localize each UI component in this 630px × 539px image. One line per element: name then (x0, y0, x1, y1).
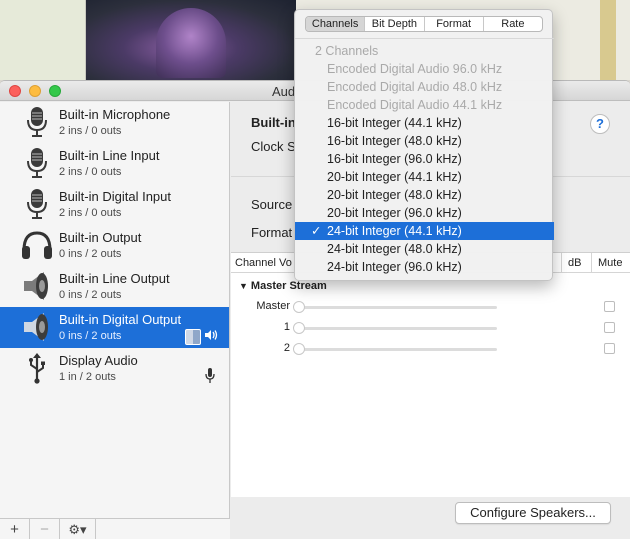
master-stream-group[interactable]: ▼ Master Stream (239, 280, 327, 292)
table-row: 1 (231, 318, 630, 338)
device-name: Built-in Microphone (59, 107, 171, 122)
desktop-background-left (0, 0, 86, 80)
device-item-built-in-digital-output[interactable]: Built-in Digital Output 0 ins / 2 outs (0, 307, 229, 348)
format-label: Format (251, 225, 293, 240)
microphone-icon (20, 146, 54, 180)
menu-section-header: 2 Channels (315, 44, 379, 58)
channel-label: 1 (283, 321, 290, 333)
default-input-microphone-icon (205, 368, 215, 387)
menu-item: Encoded Digital Audio 44.1 kHz (327, 98, 503, 112)
tab-channels[interactable]: Channels (306, 17, 366, 31)
device-name: Built-in Output (59, 230, 142, 245)
tab-rate[interactable]: Rate (484, 17, 542, 31)
mute-checkbox[interactable] (604, 322, 615, 333)
device-io-count: 2 ins / 0 outs (59, 125, 122, 137)
clock-source-label: Clock S (251, 139, 296, 154)
menu-item[interactable]: 24-bit Integer (96.0 kHz) (295, 258, 554, 276)
device-item-display-audio[interactable]: Display Audio 1 in / 2 outs (0, 348, 229, 389)
device-name: Built-in Line Input (59, 148, 160, 163)
tab-bit-depth[interactable]: Bit Depth (365, 17, 425, 31)
speaker-icon (20, 269, 54, 303)
gear-menu-button[interactable]: ⚙▾ (60, 519, 96, 539)
device-io-count: 2 ins / 0 outs (59, 166, 122, 178)
device-io-count: 0 ins / 2 outs (59, 330, 122, 342)
menu-item-selected[interactable]: ✓ 24-bit Integer (44.1 kHz) (295, 222, 554, 240)
disclosure-triangle-icon[interactable]: ▼ (239, 281, 248, 291)
device-item-built-in-microphone[interactable]: Built-in Microphone 2 ins / 0 outs (0, 102, 229, 143)
device-io-count: 2 ins / 0 outs (59, 207, 122, 219)
add-device-button[interactable]: + (0, 519, 30, 539)
device-name: Display Audio (59, 353, 138, 368)
usb-icon (20, 351, 54, 385)
device-io-count: 0 ins / 2 outs (59, 289, 122, 301)
device-name: Built-in Digital Output (59, 312, 182, 327)
menu-item: Encoded Digital Audio 96.0 kHz (327, 62, 503, 76)
menu-item[interactable]: 20-bit Integer (44.1 kHz) (295, 168, 554, 186)
menu-item[interactable]: 20-bit Integer (48.0 kHz) (295, 186, 554, 204)
column-header-channel-volume[interactable]: Channel Vo (235, 257, 292, 269)
channel-label: Master (256, 300, 290, 312)
default-output-speaker-icon (204, 329, 218, 344)
format-popup-menu: Channels Bit Depth Format Rate 2 Channel… (294, 9, 554, 281)
volume-slider-track[interactable] (297, 306, 497, 309)
device-title: Built-in (251, 115, 296, 130)
table-row: 2 (231, 339, 630, 359)
mute-checkbox[interactable] (604, 343, 615, 354)
menu-item-label: 24-bit Integer (44.1 kHz) (327, 224, 462, 238)
menu-item[interactable]: 24-bit Integer (48.0 kHz) (295, 240, 554, 258)
volume-slider-knob[interactable] (293, 301, 305, 313)
volume-slider-knob[interactable] (293, 343, 305, 355)
remove-device-button[interactable]: − (30, 519, 60, 539)
volume-slider-track[interactable] (297, 327, 497, 330)
menu-item[interactable]: 16-bit Integer (96.0 kHz) (295, 150, 554, 168)
device-item-built-in-line-input[interactable]: Built-in Line Input 2 ins / 0 outs (0, 143, 229, 184)
microphone-icon (20, 187, 54, 221)
sidebar-toolbar: + − ⚙▾ (0, 518, 230, 539)
system-sound-finder-icon (185, 329, 201, 345)
close-window-button[interactable] (9, 85, 21, 97)
menu-item: Encoded Digital Audio 48.0 kHz (327, 80, 503, 94)
device-item-built-in-output[interactable]: Built-in Output 0 ins / 2 outs (0, 225, 229, 266)
volume-slider-knob[interactable] (293, 322, 305, 334)
mute-checkbox[interactable] (604, 301, 615, 312)
device-sidebar: Built-in Microphone 2 ins / 0 outs Built… (0, 102, 230, 539)
device-io-count: 1 in / 2 outs (59, 371, 116, 383)
channel-volume-table: Channel Vo dB Mute ▼ Master Stream Master… (231, 252, 630, 497)
device-name: Built-in Digital Input (59, 189, 171, 204)
desktop-strip (600, 0, 616, 80)
device-item-built-in-line-output[interactable]: Built-in Line Output 0 ins / 2 outs (0, 266, 229, 307)
checkmark-icon: ✓ (311, 224, 322, 238)
device-name: Built-in Line Output (59, 271, 170, 286)
format-filter-segmented-control: Channels Bit Depth Format Rate (305, 16, 543, 32)
help-button[interactable]: ? (590, 114, 610, 134)
speaker-icon (20, 310, 54, 344)
device-item-built-in-digital-input[interactable]: Built-in Digital Input 2 ins / 0 outs (0, 184, 229, 225)
menu-item[interactable]: 20-bit Integer (96.0 kHz) (295, 204, 554, 222)
volume-slider-track[interactable] (297, 348, 497, 351)
wallpaper-tower-shape (156, 8, 226, 78)
device-io-count: 0 ins / 2 outs (59, 248, 122, 260)
table-row: Master (231, 297, 630, 317)
minimize-window-button[interactable] (29, 85, 41, 97)
tab-format[interactable]: Format (425, 17, 484, 31)
window-title: Aud (272, 84, 296, 99)
microphone-icon (20, 105, 54, 139)
menu-item[interactable]: 16-bit Integer (44.1 kHz) (295, 114, 554, 132)
configure-speakers-button[interactable]: Configure Speakers... (455, 502, 611, 524)
group-label: Master Stream (250, 280, 327, 292)
headphones-icon (20, 228, 54, 262)
menu-item[interactable]: 16-bit Integer (48.0 kHz) (295, 132, 554, 150)
device-list: Built-in Microphone 2 ins / 0 outs Built… (0, 102, 229, 389)
desktop-wallpaper-image (86, 0, 296, 80)
channel-label: 2 (283, 342, 290, 354)
menu-separator (295, 38, 554, 39)
column-header-mute[interactable]: Mute (591, 253, 630, 273)
source-label: Source (251, 197, 293, 212)
zoom-window-button[interactable] (49, 85, 61, 97)
